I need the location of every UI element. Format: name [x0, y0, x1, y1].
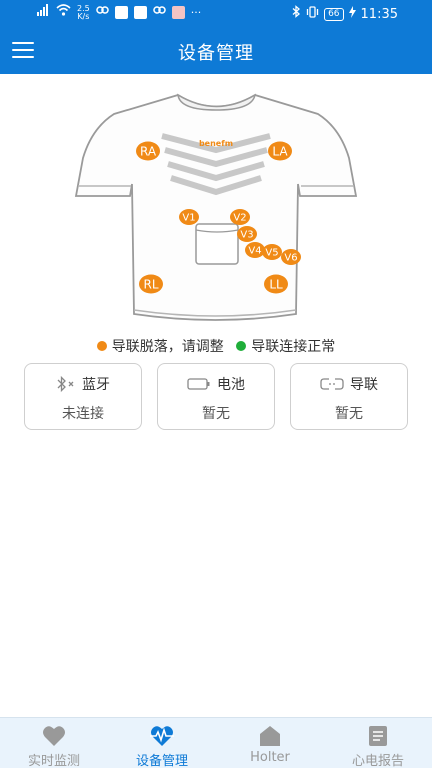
clock: 11:35: [360, 6, 398, 22]
lead-card[interactable]: 导联 暂无: [290, 363, 408, 430]
card-value: 暂无: [335, 406, 363, 422]
shirt-outline: [74, 94, 358, 321]
nav-label: Holter: [250, 750, 290, 765]
lead-legend: 导联脱落，请调整 导联连接正常: [0, 336, 432, 356]
electrode-v2: V2: [230, 209, 250, 225]
electrode-label: V2: [233, 213, 246, 224]
nav-label: 设备管理: [135, 754, 188, 768]
card-title: 导联: [350, 377, 378, 393]
electrode-label: V5: [265, 248, 278, 259]
nav-item-realtime[interactable]: 实时监测: [0, 718, 108, 768]
electrode-v6: V6: [281, 249, 301, 265]
app-notification-icon: [171, 6, 185, 19]
electrode-la: LA: [268, 141, 292, 161]
wifi-icon: [56, 4, 71, 21]
nav-item-report[interactable]: 心电报告: [324, 718, 432, 768]
bottom-nav: 实时监测 设备管理 Holter 心电报告: [0, 717, 432, 768]
card-head: 电池: [158, 374, 274, 394]
legend-item-lead-off: 导联脱落，请调整: [96, 336, 224, 356]
vibrate-icon: [306, 5, 319, 23]
legend-label: 导联连接正常: [251, 339, 336, 355]
battery-card[interactable]: 电池 暂无: [157, 363, 275, 430]
electrode-label: V1: [182, 213, 195, 224]
card-head: 蓝牙: [25, 374, 141, 394]
electrode-v4: V4: [245, 242, 265, 258]
more-notifications: ···: [190, 5, 202, 19]
legend-label: 导联脱落，请调整: [111, 339, 224, 355]
nav-label: 实时监测: [27, 754, 80, 768]
nav-label: 心电报告: [351, 754, 404, 768]
bluetooth-icon: [292, 5, 301, 23]
legend-dot-green: [236, 341, 247, 351]
shirt-svg: benefm RA LA V1 V2 V3 V4 V5 V6 RL LL: [74, 93, 358, 321]
heart-icon: [0, 725, 108, 747]
charging-icon: [348, 5, 356, 23]
status-left: 2.5 K/s ···: [36, 4, 201, 21]
electrode-v1: V1: [179, 209, 199, 225]
electrode-label: V3: [240, 230, 253, 241]
status-right: 66 11:35: [292, 5, 398, 23]
net-speed-unit: K/s: [77, 11, 90, 21]
electrode-label: LL: [269, 278, 283, 292]
electrode-label: V4: [248, 246, 261, 257]
link-notification-icon: [152, 4, 166, 21]
electrode-rl: RL: [139, 274, 163, 294]
bluetooth-card[interactable]: 蓝牙 未连接: [24, 363, 142, 430]
link-notification-icon: [95, 4, 109, 21]
report-icon: [324, 725, 432, 747]
nav-item-holter[interactable]: Holter: [216, 718, 324, 768]
device-status-cards: 蓝牙 未连接 电池 暂无 导联 暂无: [24, 363, 408, 431]
legend-item-lead-ok: 导联连接正常: [236, 336, 335, 356]
card-title: 电池: [217, 377, 245, 393]
electrode-ll: LL: [264, 274, 288, 294]
app-bar: 设备管理: [0, 26, 432, 74]
card-title: 蓝牙: [82, 377, 110, 393]
electrode-ra: RA: [136, 141, 160, 161]
bluetooth-off-icon: [56, 375, 76, 393]
electrode-label: V6: [284, 253, 297, 264]
electrode-v5: V5: [262, 244, 282, 260]
ecg-heart-icon: [108, 725, 216, 747]
brand-logo: benefm: [199, 139, 233, 148]
home-icon: [216, 725, 324, 747]
status-bar: 2.5 K/s ··· 66 11:35: [0, 0, 432, 26]
legend-dot-orange: [96, 341, 107, 351]
signal-icon: [36, 4, 50, 21]
electrode-v3: V3: [237, 226, 257, 242]
pocket: [195, 223, 239, 265]
nav-item-device[interactable]: 设备管理: [108, 718, 216, 768]
card-value: 暂无: [202, 406, 230, 422]
electrode-label: LA: [272, 145, 288, 159]
app-notification-icon: [114, 6, 128, 19]
electrode-label: RA: [140, 145, 157, 159]
electrode-label: RL: [143, 278, 158, 292]
card-head: 导联: [291, 374, 407, 394]
app-notification-icon: [133, 6, 147, 19]
battery-icon: [187, 377, 211, 391]
shirt-illustration: benefm RA LA V1 V2 V3 V4 V5 V6 RL LL: [0, 88, 432, 328]
battery-level: 66: [324, 7, 344, 21]
net-speed: 2.5 K/s: [77, 4, 90, 21]
card-value: 未连接: [62, 406, 104, 422]
link-icon: [320, 377, 344, 391]
page-title: 设备管理: [178, 43, 254, 64]
